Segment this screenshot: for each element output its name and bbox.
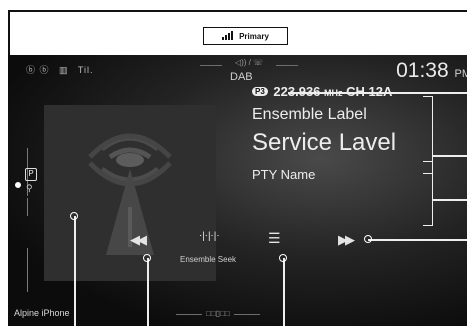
source-label: DAB	[230, 71, 253, 83]
primary-label: Primary	[239, 31, 269, 41]
callout-line-prev	[147, 258, 149, 326]
side-bar	[18, 110, 38, 320]
battery-icon: ▥	[59, 65, 69, 75]
clock-suffix: PM	[454, 68, 467, 80]
callout-frame-top	[8, 10, 467, 12]
callout-line-bracket1	[433, 155, 467, 157]
seek-icon[interactable]: ⋅|⋅|⋅|⋅	[199, 231, 220, 242]
callout-line-bracket2	[433, 199, 467, 201]
clock-time: 01:38	[396, 59, 449, 82]
preset-icon[interactable]: P	[25, 168, 37, 181]
callout-dot-artwork	[70, 212, 78, 220]
dab-radio-screen: ⓑ ⓑ ▥ Til. ◁)) / ☏ DAB 01:38 PM P ⚲ P3 2…	[8, 55, 467, 326]
callout-dot-next	[364, 235, 372, 243]
callout-line-artwork	[74, 216, 76, 326]
seek-mode-label: Ensemble Seek	[180, 255, 237, 264]
list-button[interactable]: ☰	[268, 230, 281, 247]
primary-reception-badge: Primary	[203, 27, 288, 45]
signal-status-icon: Til.	[77, 65, 94, 75]
callout-frame-left	[8, 10, 10, 55]
callout-dot-left	[14, 181, 22, 189]
search-icon[interactable]: ⚲	[26, 183, 33, 194]
callout-dot-prev	[143, 254, 151, 262]
callout-line-list	[283, 258, 285, 326]
previous-button[interactable]: ◀◀	[130, 232, 147, 248]
audio-source-indicator: ◁)) / ☏	[194, 58, 304, 67]
callout-dot-list	[279, 254, 287, 262]
signal-bars-icon	[222, 31, 234, 40]
program-badge: P3	[252, 87, 268, 96]
status-icons: ⓑ ⓑ ▥ Til.	[26, 63, 100, 76]
bluetooth-status-icons: ⓑ ⓑ	[26, 65, 50, 75]
page-indicator: □□▯□□	[176, 309, 260, 318]
device-name: Alpine iPhone	[14, 308, 70, 318]
clock: 01:38 PM	[396, 59, 467, 83]
next-button[interactable]: ▶▶	[338, 232, 355, 248]
ensemble-label: Ensemble Label	[252, 106, 367, 123]
service-label: Service Lavel	[252, 129, 397, 156]
callout-line-primary	[288, 92, 467, 94]
callout-line-next	[368, 239, 467, 241]
pty-name: PTY Name	[252, 167, 316, 182]
callout-bracket-service-pty	[423, 161, 433, 226]
